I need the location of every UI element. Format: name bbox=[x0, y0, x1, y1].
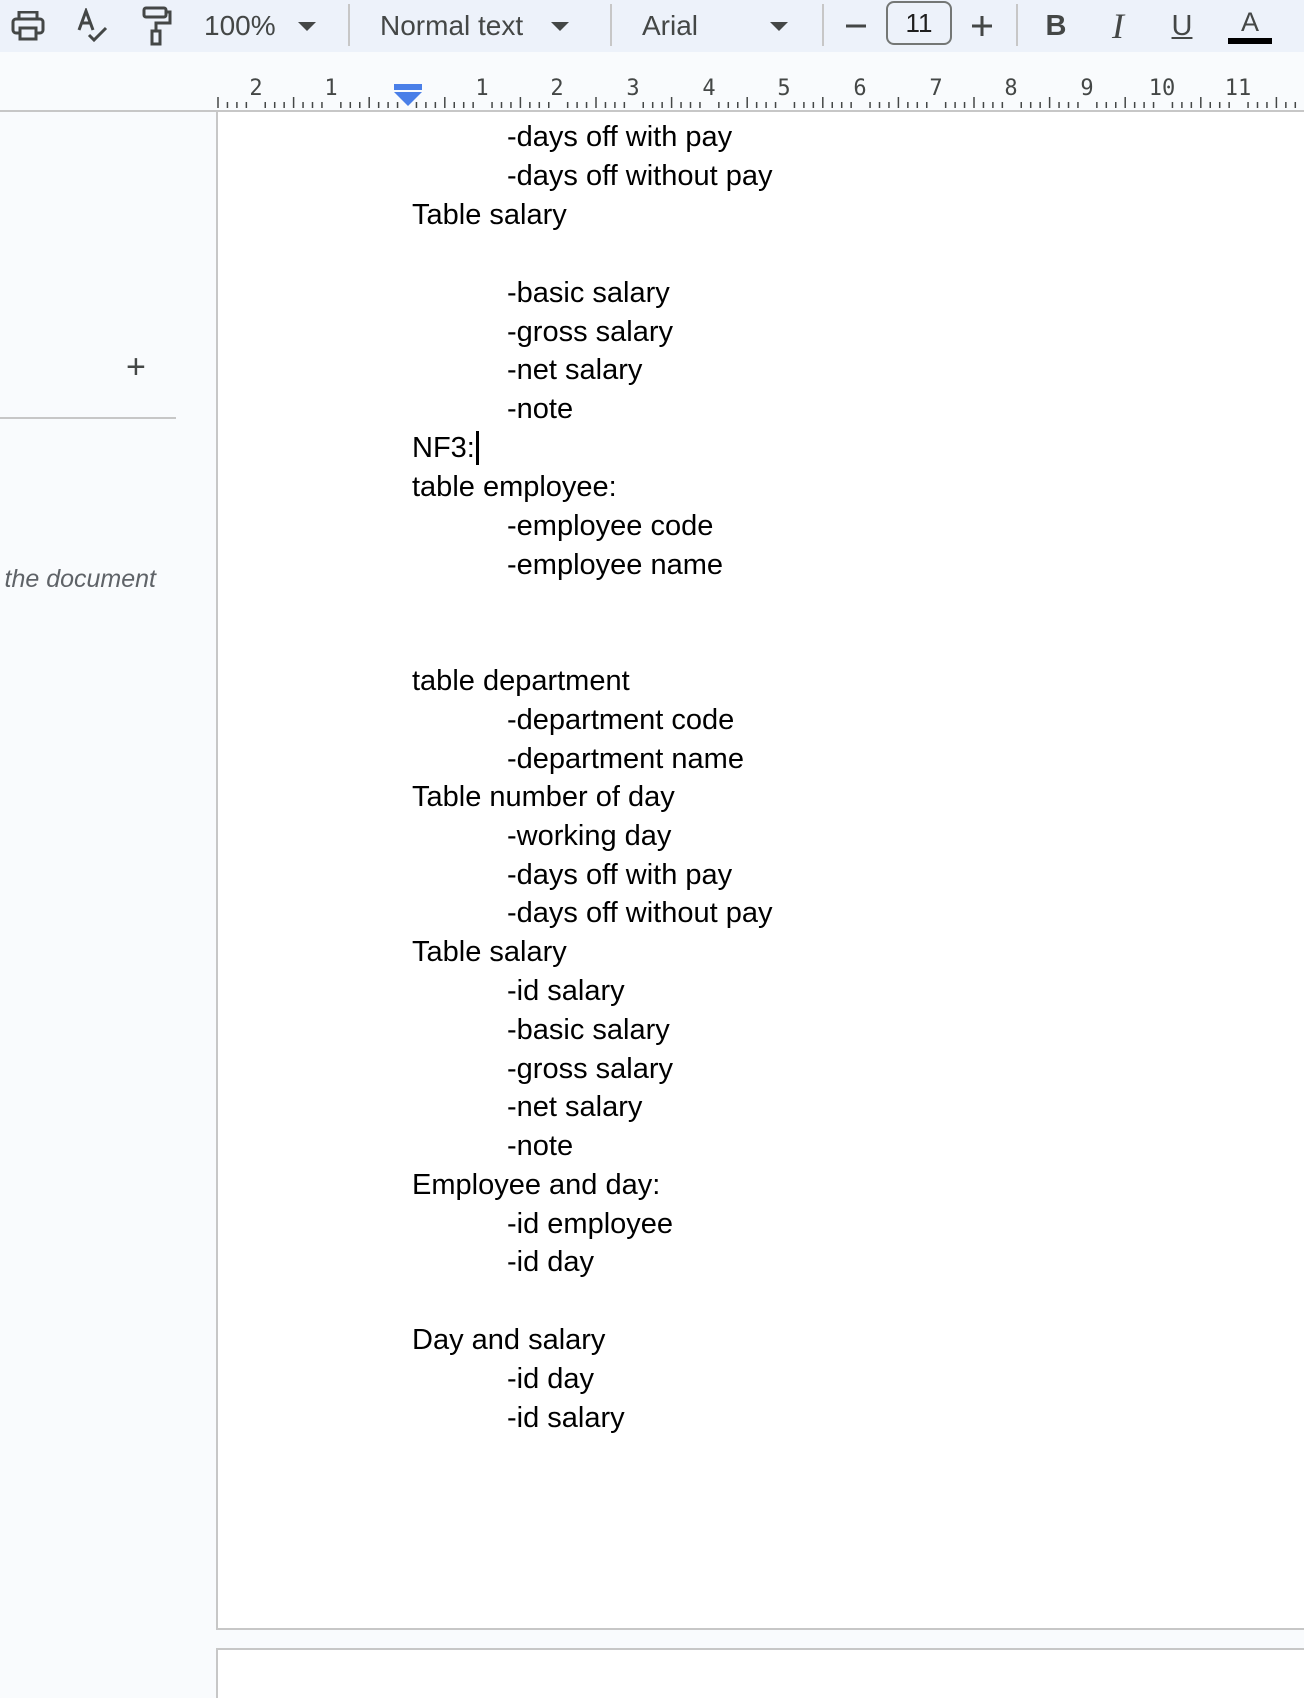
font-size-input[interactable]: 11 bbox=[886, 1, 952, 45]
document-line[interactable]: Employee and day: bbox=[412, 1168, 660, 1202]
ruler-label: 7 bbox=[929, 76, 943, 101]
ruler-label: 3 bbox=[626, 76, 640, 101]
ruler-label: 11 bbox=[1224, 76, 1252, 101]
next-document-page[interactable] bbox=[216, 1648, 1304, 1698]
paint-format-icon[interactable] bbox=[136, 4, 176, 48]
document-line[interactable]: -days off without pay bbox=[507, 896, 772, 930]
document-line[interactable]: -id day bbox=[507, 1245, 594, 1279]
ruler-label: 2 bbox=[249, 76, 263, 101]
paragraph-style-select[interactable]: Normal text bbox=[380, 4, 586, 48]
text-color-button[interactable]: A bbox=[1226, 4, 1274, 48]
zoom-select[interactable]: 100% bbox=[204, 4, 332, 48]
paragraph-style-value: Normal text bbox=[380, 10, 524, 41]
ruler-label: 1 bbox=[324, 76, 338, 101]
bold-button[interactable]: B bbox=[1036, 4, 1076, 48]
document-line[interactable]: Day and salary bbox=[412, 1323, 605, 1357]
page-top-clip bbox=[218, 112, 1304, 118]
chevron-down-icon bbox=[297, 21, 316, 31]
font-family-value: Arial bbox=[642, 10, 699, 41]
italic-icon: I bbox=[1112, 6, 1124, 46]
document-line[interactable]: -id salary bbox=[507, 1401, 625, 1435]
ruler-label: 8 bbox=[1004, 76, 1018, 101]
document-line[interactable]: -department name bbox=[507, 742, 744, 776]
ruler-label: 2 bbox=[550, 76, 564, 101]
toolbar-divider bbox=[348, 4, 350, 46]
document-line[interactable]: -days off with pay bbox=[507, 858, 732, 892]
text-cursor bbox=[475, 431, 479, 465]
text-color-swatch bbox=[1228, 38, 1272, 44]
document-line[interactable]: -note bbox=[507, 392, 573, 426]
document-line[interactable]: -net salary bbox=[507, 353, 642, 387]
ruler-ticks bbox=[217, 97, 1297, 108]
toolbar-divider bbox=[610, 4, 612, 46]
underline-icon: U bbox=[1171, 9, 1193, 42]
document-line[interactable]: -id salary bbox=[507, 974, 625, 1008]
document-line[interactable]: -gross salary bbox=[507, 315, 673, 349]
zoom-value: 100% bbox=[204, 10, 276, 41]
horizontal-ruler[interactable]: 2 1 1 2 3 4 5 6 7 8 9 10 11 bbox=[0, 64, 1304, 112]
ruler-label: 6 bbox=[853, 76, 867, 101]
bold-icon: B bbox=[1045, 9, 1067, 42]
font-family-select[interactable]: Arial bbox=[642, 4, 798, 48]
document-line[interactable]: -basic salary bbox=[507, 1013, 670, 1047]
document-line[interactable]: -employee code bbox=[507, 509, 713, 543]
chevron-down-icon bbox=[551, 21, 570, 31]
ruler-label: 1 bbox=[475, 76, 489, 101]
document-line[interactable]: Table salary bbox=[412, 935, 567, 969]
document-line[interactable]: Table number of day bbox=[412, 780, 675, 814]
ruler-label: 9 bbox=[1080, 76, 1094, 101]
document-line-text: NF3: bbox=[412, 432, 475, 464]
document-line[interactable]: -days off without pay bbox=[507, 159, 772, 193]
ruler-label: 5 bbox=[777, 76, 791, 101]
decrease-font-size-button[interactable] bbox=[838, 4, 874, 48]
spellcheck-icon[interactable] bbox=[72, 4, 112, 48]
toolbar: 100% Normal text Arial 11 B I U A bbox=[0, 0, 1304, 52]
document-line[interactable]: -days off with pay bbox=[507, 120, 732, 154]
document-outline-panel: + the document bbox=[0, 112, 216, 1684]
ruler-label: 10 bbox=[1148, 76, 1176, 101]
text-color-icon: A bbox=[1240, 7, 1259, 37]
document-line[interactable]: -department code bbox=[507, 703, 734, 737]
document-line[interactable]: -gross salary bbox=[507, 1052, 673, 1086]
increase-font-size-button[interactable] bbox=[964, 4, 1000, 48]
chevron-down-icon bbox=[770, 21, 789, 31]
document-line[interactable]: -id employee bbox=[507, 1207, 673, 1241]
document-line[interactable]: table employee: bbox=[412, 470, 617, 504]
document-line[interactable]: -basic salary bbox=[507, 276, 670, 310]
document-line[interactable]: -working day bbox=[507, 819, 671, 853]
document-line[interactable]: -net salary bbox=[507, 1090, 642, 1124]
document-line[interactable]: table department bbox=[412, 664, 630, 698]
outline-hint-text: the document bbox=[4, 565, 157, 593]
outline-divider bbox=[0, 417, 176, 419]
plus-icon bbox=[972, 16, 992, 36]
document-line[interactable]: Table salary bbox=[412, 198, 567, 232]
underline-button[interactable]: U bbox=[1162, 4, 1202, 48]
document-line[interactable]: -note bbox=[507, 1129, 573, 1163]
print-icon[interactable] bbox=[8, 4, 48, 48]
toolbar-divider bbox=[822, 4, 824, 46]
minus-icon bbox=[846, 24, 866, 28]
document-line[interactable]: -employee name bbox=[507, 548, 723, 582]
toolbar-divider bbox=[1016, 4, 1018, 46]
document-page[interactable]: -days off with pay -days off without pay… bbox=[216, 112, 1304, 1630]
document-line-active[interactable]: NF3: bbox=[412, 431, 479, 465]
italic-button[interactable]: I bbox=[1098, 4, 1138, 48]
ruler-label: 4 bbox=[702, 76, 716, 101]
add-summary-icon[interactable]: + bbox=[126, 350, 146, 384]
document-line[interactable]: -id day bbox=[507, 1362, 594, 1396]
